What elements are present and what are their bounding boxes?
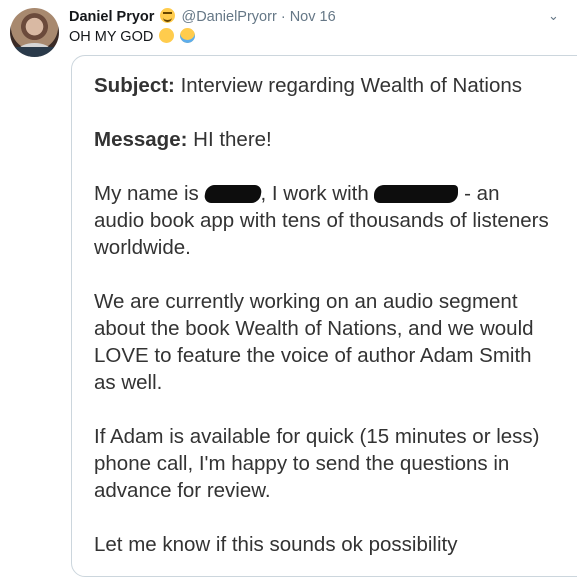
chevron-down-icon[interactable]: ⌄ <box>548 8 559 24</box>
message-label: Message: <box>94 128 188 151</box>
attached-image[interactable]: Subject: Interview regarding Wealth of N… <box>71 55 577 577</box>
paragraph-4-partial: Let me know if this sounds ok possibilit… <box>94 533 458 556</box>
avatar-jacket <box>10 47 59 57</box>
redaction-company <box>374 185 459 203</box>
paragraph-1: My name is , I work with - an audio book… <box>94 180 554 261</box>
tweet-header: Daniel Pryor @DanielPryorr · Nov 16 <box>69 8 336 26</box>
author-name[interactable]: Daniel Pryor <box>69 9 154 25</box>
paragraph-2: We are currently working on an audio seg… <box>94 290 534 394</box>
message-line: Message: HI there! <box>94 126 554 153</box>
tweet-date[interactable]: Nov 16 <box>290 9 336 25</box>
redaction-name <box>202 185 263 203</box>
grinning-face-emoji-icon <box>160 8 176 23</box>
paragraph-3: If Adam is available for quick (15 minut… <box>94 425 540 502</box>
email-content: Subject: Interview regarding Wealth of N… <box>94 72 554 576</box>
separator-dot: · <box>280 9 286 25</box>
subject-line: Subject: Interview regarding Wealth of N… <box>94 72 554 99</box>
tweet-text-content: OH MY GOD <box>69 29 154 45</box>
author-handle[interactable]: @DanielPryorr <box>181 9 276 25</box>
avatar[interactable] <box>10 8 59 57</box>
subject-label: Subject: <box>94 74 175 97</box>
subject-text: Interview regarding Wealth of Nations <box>180 74 523 97</box>
p1-mid: , I work with <box>260 182 369 205</box>
greeting-text: HI there! <box>193 128 272 151</box>
tears-of-joy-emoji-icon <box>159 28 175 43</box>
p1-start: My name is <box>94 182 199 205</box>
crying-face-emoji-icon <box>180 28 196 43</box>
tweet-text: OH MY GOD <box>69 28 196 45</box>
